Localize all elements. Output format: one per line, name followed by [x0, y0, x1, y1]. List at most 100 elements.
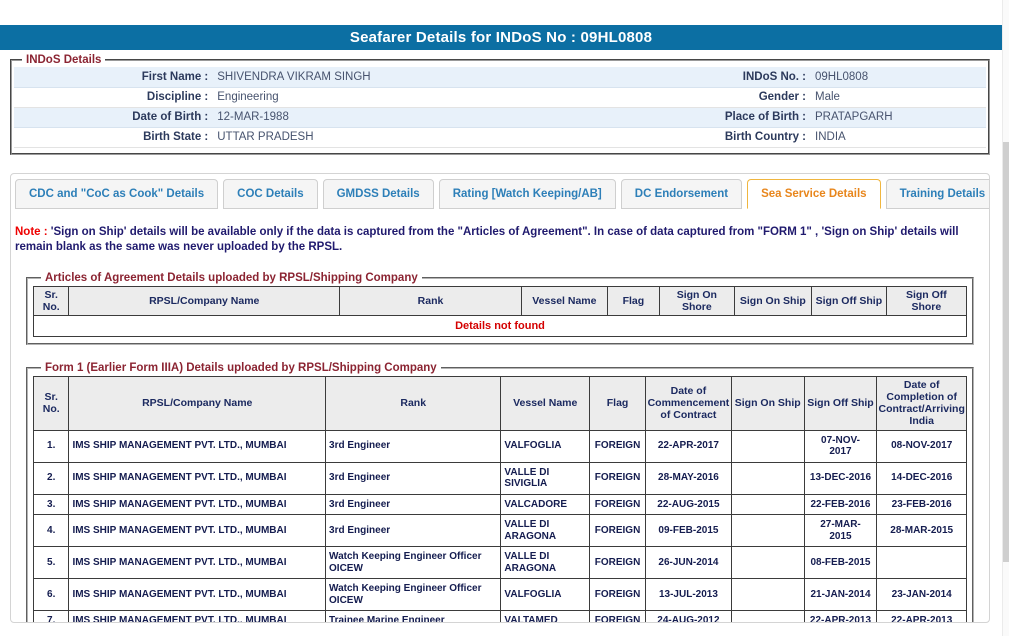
sr-no-cell: 3. — [34, 494, 69, 515]
completion-date-cell: 28-MAR-2015 — [877, 515, 967, 547]
column-header: Date of Commencement of Contract — [646, 377, 732, 430]
field-value: Male — [811, 87, 986, 107]
column-header: Vessel Name — [521, 286, 607, 315]
indos-row: Birth State :UTTAR PRADESHBirth Country … — [14, 127, 986, 147]
commencement-date-cell: 26-JUN-2014 — [646, 547, 732, 579]
rank-cell: 3rd Engineer — [326, 515, 501, 547]
column-header: Sign On Ship — [731, 377, 804, 430]
vessel-cell: VALTAMED — [501, 611, 590, 623]
sign-off-ship-cell: 21-JAN-2014 — [804, 579, 877, 611]
note-label: Note : — [15, 226, 51, 238]
company-cell: IMS SHIP MANAGEMENT PVT. LTD., MUMBAI — [69, 494, 326, 515]
company-cell: IMS SHIP MANAGEMENT PVT. LTD., MUMBAI — [69, 611, 326, 623]
tab-coc-details[interactable]: COC Details — [223, 179, 317, 209]
indos-details-section: INDoS Details First Name :SHIVENDRA VIKR… — [10, 54, 990, 155]
indos-details-table: First Name :SHIVENDRA VIKRAM SINGHINDoS … — [14, 67, 986, 148]
form1-section: Form 1 (Earlier Form IIIA) Details uploa… — [26, 362, 974, 622]
indos-table-body: First Name :SHIVENDRA VIKRAM SINGHINDoS … — [14, 67, 986, 147]
tab-cdc-and-coc-as-cook-details[interactable]: CDC and "CoC as Cook" Details — [15, 179, 218, 209]
rank-cell: 3rd Engineer — [326, 430, 501, 462]
commencement-date-cell: 09-FEB-2015 — [646, 515, 732, 547]
column-header: Date of Completion of Contract/Arriving … — [877, 377, 967, 430]
sign-off-ship-cell: 22-APR-2013 — [804, 611, 877, 623]
field-label: First Name : — [14, 67, 213, 87]
page-title-bar: Seafarer Details for INDoS No : 09HL0808 — [0, 25, 1002, 50]
field-label: Place of Birth : — [660, 107, 811, 127]
articles-of-agreement-section: Articles of Agreement Details uploaded b… — [26, 272, 974, 346]
completion-date-cell: 08-NOV-2017 — [877, 430, 967, 462]
rank-cell: Trainee Marine Engineer — [326, 611, 501, 623]
tab-rating-watch-keeping-ab[interactable]: Rating [Watch Keeping/AB] — [439, 179, 616, 209]
tab-bar: CDC and "CoC as Cook" DetailsCOC Details… — [15, 179, 974, 209]
rank-cell: 3rd Engineer — [326, 494, 501, 515]
rank-cell: Watch Keeping Engineer Officer OICEW — [326, 547, 501, 579]
table-row: 6.IMS SHIP MANAGEMENT PVT. LTD., MUMBAIW… — [34, 579, 967, 611]
sign-off-ship-cell: 08-FEB-2015 — [804, 547, 877, 579]
sign-off-ship-cell: 07-NOV- 2017 — [804, 430, 877, 462]
sr-no-cell: 2. — [34, 462, 69, 494]
field-label: Gender : — [660, 87, 811, 107]
articles-empty-row: Details not found — [34, 315, 967, 337]
field-label: Birth Country : — [660, 127, 811, 147]
vessel-cell: VALFOGLIA — [501, 430, 590, 462]
field-label: Discipline : — [14, 87, 213, 107]
company-cell: IMS SHIP MANAGEMENT PVT. LTD., MUMBAI — [69, 515, 326, 547]
column-header: Vessel Name — [501, 377, 590, 430]
indos-details-legend: INDoS Details — [22, 54, 105, 66]
company-cell: IMS SHIP MANAGEMENT PVT. LTD., MUMBAI — [69, 462, 326, 494]
tab-training-details[interactable]: Training Details — [886, 179, 990, 209]
scrollbar-thumb[interactable] — [1003, 142, 1009, 562]
page: Seafarer Details for INDoS No : 09HL0808… — [0, 0, 1002, 623]
vertical-scrollbar[interactable] — [1002, 0, 1009, 636]
tab-sea-service-details[interactable]: Sea Service Details — [747, 179, 881, 209]
column-header: RPSL/Company Name — [69, 377, 326, 430]
field-label: Date of Birth : — [14, 107, 213, 127]
vessel-cell: VALFOGLIA — [501, 579, 590, 611]
rank-cell: Watch Keeping Engineer Officer OICEW — [326, 579, 501, 611]
vessel-cell: VALCADORE — [501, 494, 590, 515]
commencement-date-cell: 24-AUG-2012 — [646, 611, 732, 623]
form1-table: Sr. No.RPSL/Company NameRankVessel NameF… — [33, 376, 967, 622]
rank-cell: 3rd Engineer — [326, 462, 501, 494]
flag-cell: FOREIGN — [590, 462, 646, 494]
field-value: 12-MAR-1988 — [213, 107, 660, 127]
sr-no-cell: 1. — [34, 430, 69, 462]
field-value: INDIA — [811, 127, 986, 147]
tab-dc-endorsement[interactable]: DC Endorsement — [621, 179, 742, 209]
vessel-cell: VALLE DI SIVIGLIA — [501, 462, 590, 494]
details-not-found-message: Details not found — [34, 315, 967, 337]
sign-on-ship-cell — [731, 579, 804, 611]
column-header: Sr. No. — [34, 377, 69, 430]
vessel-cell: VALLE DI ARAGONA — [501, 547, 590, 579]
sr-no-cell: 6. — [34, 579, 69, 611]
indos-row: Date of Birth :12-MAR-1988Place of Birth… — [14, 107, 986, 127]
form1-legend: Form 1 (Earlier Form IIIA) Details uploa… — [41, 362, 441, 374]
commencement-date-cell: 22-APR-2017 — [646, 430, 732, 462]
note: Note : 'Sign on Ship' details will be av… — [15, 225, 974, 256]
completion-date-cell: 23-FEB-2016 — [877, 494, 967, 515]
company-cell: IMS SHIP MANAGEMENT PVT. LTD., MUMBAI — [69, 430, 326, 462]
flag-cell: FOREIGN — [590, 547, 646, 579]
flag-cell: FOREIGN — [590, 515, 646, 547]
flag-cell: FOREIGN — [590, 611, 646, 623]
field-value: PRATAPGARH — [811, 107, 986, 127]
flag-cell: FOREIGN — [590, 579, 646, 611]
column-header: Flag — [607, 286, 659, 315]
tab-gmdss-details[interactable]: GMDSS Details — [323, 179, 434, 209]
articles-table: Sr. No.RPSL/Company NameRankVessel NameF… — [33, 286, 967, 338]
note-text: 'Sign on Ship' details will be available… — [15, 226, 959, 254]
commencement-date-cell: 28-MAY-2016 — [646, 462, 732, 494]
page-title: Seafarer Details for INDoS No : 09HL0808 — [350, 29, 652, 46]
form1-table-body: 1.IMS SHIP MANAGEMENT PVT. LTD., MUMBAI3… — [34, 430, 967, 622]
completion-date-cell — [877, 547, 967, 579]
column-header: Sign Off Shore — [886, 286, 966, 315]
table-row: 2.IMS SHIP MANAGEMENT PVT. LTD., MUMBAI3… — [34, 462, 967, 494]
indos-row: First Name :SHIVENDRA VIKRAM SINGHINDoS … — [14, 67, 986, 87]
sign-on-ship-cell — [731, 430, 804, 462]
field-value: SHIVENDRA VIKRAM SINGH — [213, 67, 660, 87]
sr-no-cell: 5. — [34, 547, 69, 579]
sign-on-ship-cell — [731, 494, 804, 515]
column-header: Sign Off Ship — [812, 286, 887, 315]
sign-off-ship-cell: 13-DEC-2016 — [804, 462, 877, 494]
column-header: Rank — [326, 377, 501, 430]
